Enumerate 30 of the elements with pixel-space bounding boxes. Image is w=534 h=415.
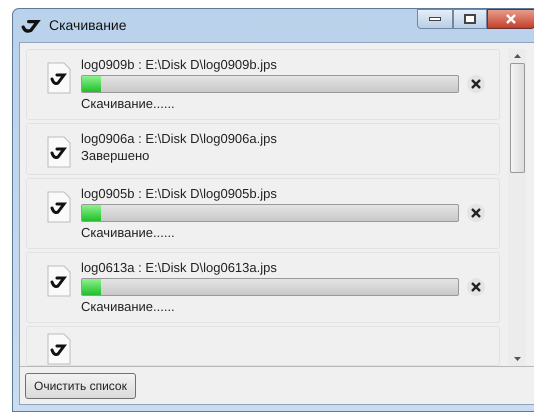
- minimize-button[interactable]: [417, 9, 453, 29]
- cancel-button[interactable]: [467, 204, 485, 222]
- cancel-button[interactable]: [467, 278, 485, 296]
- file-icon: [47, 191, 71, 224]
- scrollbar-thumb[interactable]: [510, 63, 524, 174]
- minimize-icon: [429, 17, 441, 21]
- scroll-up-icon[interactable]: [514, 54, 520, 58]
- file-name: log0613a : E:\Disk D\log0613a.jps: [81, 259, 278, 276]
- close-button[interactable]: [487, 9, 534, 29]
- cancel-button[interactable]: [467, 75, 485, 94]
- clear-list-button[interactable]: Очистить список: [25, 372, 136, 399]
- status-text: Скачивание......: [81, 224, 176, 242]
- file-name: log0909b : E:\Disk D\log0909b.jps: [81, 56, 278, 74]
- status-text: Завершено: [81, 147, 150, 166]
- close-icon: [471, 208, 481, 218]
- close-icon: [471, 79, 481, 90]
- file-name: log0905b : E:\Disk D\log0905b.jps: [81, 185, 278, 202]
- scroll-down-icon[interactable]: [514, 357, 520, 362]
- close-icon: [505, 14, 517, 24]
- window-title: Скачивание: [49, 16, 127, 36]
- file-icon: [47, 265, 71, 298]
- maximize-icon: [464, 14, 476, 24]
- file-icon: [47, 62, 71, 94]
- logo-icon: [21, 18, 43, 34]
- close-icon: [471, 282, 481, 292]
- status-text: Скачивание......: [81, 298, 176, 316]
- file-name: log0906a : E:\Disk D\log0906a.jps: [81, 130, 278, 148]
- status-text: Скачивание......: [81, 95, 176, 114]
- file-icon: [47, 136, 71, 168]
- maximize-button[interactable]: [453, 9, 487, 29]
